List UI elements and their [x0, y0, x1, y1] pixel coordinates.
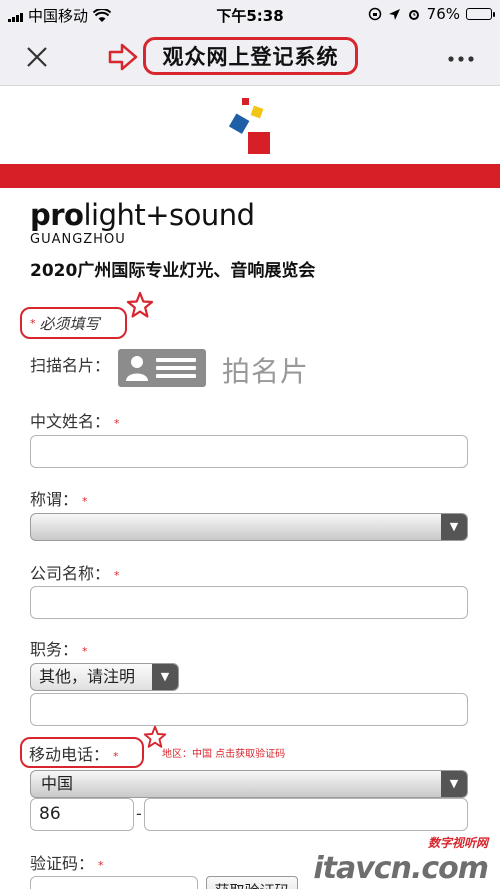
required-asterisk: *	[113, 750, 119, 763]
title-label: 称谓： *	[30, 486, 88, 510]
close-icon	[27, 47, 47, 67]
watermark-main: itavcn.com	[313, 851, 489, 886]
business-card-icon	[126, 356, 148, 381]
required-asterisk: *	[114, 569, 120, 582]
mobile-label-text: 移动电话：	[29, 745, 110, 764]
phone-separator: -	[136, 804, 142, 823]
card-line	[156, 358, 196, 362]
title-select[interactable]: ▼	[30, 513, 468, 541]
country-code-field[interactable]: 86	[30, 798, 134, 831]
brand-logo: prolight+sound	[30, 198, 255, 232]
scan-card-button[interactable]	[118, 349, 206, 387]
chinese-name-label-text: 中文姓名：	[30, 412, 111, 431]
verify-code-label: 验证码： *	[30, 850, 104, 874]
status-bar: 中国移动 下午5:38 76%	[0, 0, 500, 28]
get-verify-code-button[interactable]: 获取验证码	[206, 876, 298, 889]
annotation-star-icon	[126, 291, 154, 318]
nav-bar: 观众网上登记系统	[0, 28, 500, 86]
region-select[interactable]: 中国 ▼	[30, 770, 468, 798]
watermark: 数字视听网 itavcn.com	[313, 834, 489, 886]
chinese-name-field[interactable]	[30, 435, 468, 468]
location-icon	[388, 8, 400, 20]
position-select[interactable]: 其他，请注明 ▼	[30, 663, 179, 691]
page-title: 观众网上登记系统	[162, 45, 339, 69]
position-label-text: 职务：	[30, 640, 79, 659]
brand-city: GUANGZHOU	[30, 232, 126, 247]
position-select-value: 其他，请注明	[39, 667, 136, 686]
more-button[interactable]	[444, 42, 478, 72]
watermark-top: 数字视听网	[427, 836, 488, 850]
scan-card-label: 扫描名片：	[30, 356, 111, 375]
annotation-arrow-icon	[108, 43, 138, 71]
nav-title-highlight: 观众网上登记系统	[143, 37, 358, 75]
alarm-icon	[408, 10, 419, 20]
required-asterisk: *	[82, 495, 88, 508]
close-button[interactable]	[22, 42, 52, 72]
position-other-field[interactable]	[30, 693, 468, 726]
expo-logo-icon	[228, 98, 270, 154]
required-note-highlight: * 必须填写	[20, 307, 127, 339]
position-label: 职务： *	[30, 636, 88, 660]
rotation-lock-icon	[368, 7, 381, 21]
company-name-field[interactable]	[30, 586, 468, 619]
card-line	[156, 366, 196, 370]
verify-code-field[interactable]	[30, 876, 198, 889]
required-asterisk: *	[82, 645, 88, 658]
more-icon	[448, 56, 474, 62]
chinese-name-label: 中文姓名： *	[30, 408, 120, 432]
required-note: 必须填写	[39, 314, 100, 333]
red-banner-band	[0, 164, 500, 188]
company-label-text: 公司名称：	[30, 564, 111, 583]
banner	[0, 86, 500, 164]
scan-card-text[interactable]: 拍名片	[222, 350, 309, 390]
chevron-down-icon: ▼	[152, 664, 178, 690]
chevron-down-icon: ▼	[441, 514, 467, 540]
mobile-number-field[interactable]	[144, 798, 468, 831]
mobile-hint: 地区：中国 点击获取验证码	[162, 749, 286, 760]
battery-percent: 76%	[426, 5, 460, 23]
expo-title: 2020广州国际专业灯光、音响展览会	[30, 261, 316, 281]
status-bar-right: 76%	[368, 5, 495, 23]
brand-name-rest: light+sound	[83, 198, 255, 232]
required-asterisk: *	[30, 316, 36, 330]
verify-code-label-text: 验证码：	[30, 854, 95, 873]
required-asterisk: *	[98, 859, 104, 872]
region-select-value: 中国	[41, 774, 74, 793]
company-label: 公司名称： *	[30, 560, 120, 584]
brand-name-bold: pro	[30, 198, 84, 232]
card-line	[156, 374, 196, 378]
battery-icon	[466, 8, 495, 20]
required-asterisk: *	[114, 417, 120, 430]
chevron-down-icon: ▼	[441, 771, 467, 797]
mobile-label: 移动电话： *	[29, 741, 119, 765]
title-label-text: 称谓：	[30, 490, 79, 509]
